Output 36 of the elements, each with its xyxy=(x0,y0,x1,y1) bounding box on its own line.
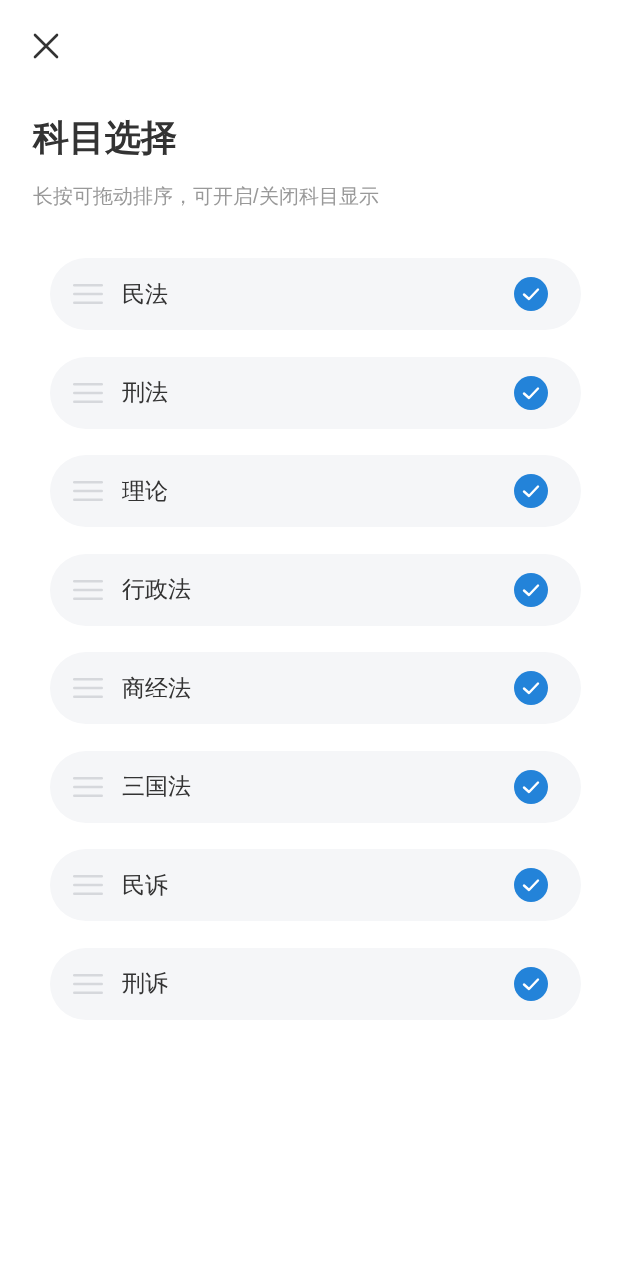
checked-checkbox-icon[interactable] xyxy=(514,671,548,705)
subject-name: 刑诉 xyxy=(122,969,169,998)
close-button[interactable] xyxy=(33,33,59,59)
checked-checkbox-icon[interactable] xyxy=(514,572,548,607)
subject-row[interactable]: 理论 xyxy=(50,455,581,527)
drag-handle-icon[interactable] xyxy=(73,579,103,600)
close-icon xyxy=(33,33,59,59)
subject-row[interactable]: 三国法 xyxy=(50,750,581,823)
checked-checkbox-icon[interactable] xyxy=(514,868,548,902)
subject-name: 民法 xyxy=(122,279,169,309)
drag-handle-icon[interactable] xyxy=(73,776,103,797)
checked-checkbox-icon[interactable] xyxy=(514,966,548,1001)
subject-row[interactable]: 刑法 xyxy=(50,356,581,429)
checked-checkbox-icon[interactable] xyxy=(514,375,548,410)
page-subtitle: 长按可拖动排序，可开启/关闭科目显示 xyxy=(33,184,380,209)
drag-handle-icon[interactable] xyxy=(73,875,103,895)
checked-checkbox-icon[interactable] xyxy=(514,277,548,311)
subject-row[interactable]: 行政法 xyxy=(50,553,581,626)
subject-name: 民诉 xyxy=(122,870,169,900)
subject-row[interactable]: 商经法 xyxy=(50,652,581,724)
drag-handle-icon[interactable] xyxy=(73,481,103,501)
subject-name: 行政法 xyxy=(122,575,192,604)
drag-handle-icon[interactable] xyxy=(73,284,103,304)
drag-handle-icon[interactable] xyxy=(73,973,103,994)
drag-handle-icon[interactable] xyxy=(73,382,103,403)
page-title: 科目选择 xyxy=(33,116,178,159)
subject-name: 理论 xyxy=(122,476,169,506)
subject-row[interactable]: 民诉 xyxy=(50,849,581,921)
checked-checkbox-icon[interactable] xyxy=(514,769,548,804)
drag-handle-icon[interactable] xyxy=(73,678,103,698)
checked-checkbox-icon[interactable] xyxy=(514,474,548,508)
subject-row[interactable]: 刑诉 xyxy=(50,947,581,1020)
subject-name: 商经法 xyxy=(122,673,192,703)
subject-name: 刑法 xyxy=(122,378,169,407)
subject-row[interactable]: 民法 xyxy=(50,258,581,330)
subject-name: 三国法 xyxy=(122,772,192,801)
